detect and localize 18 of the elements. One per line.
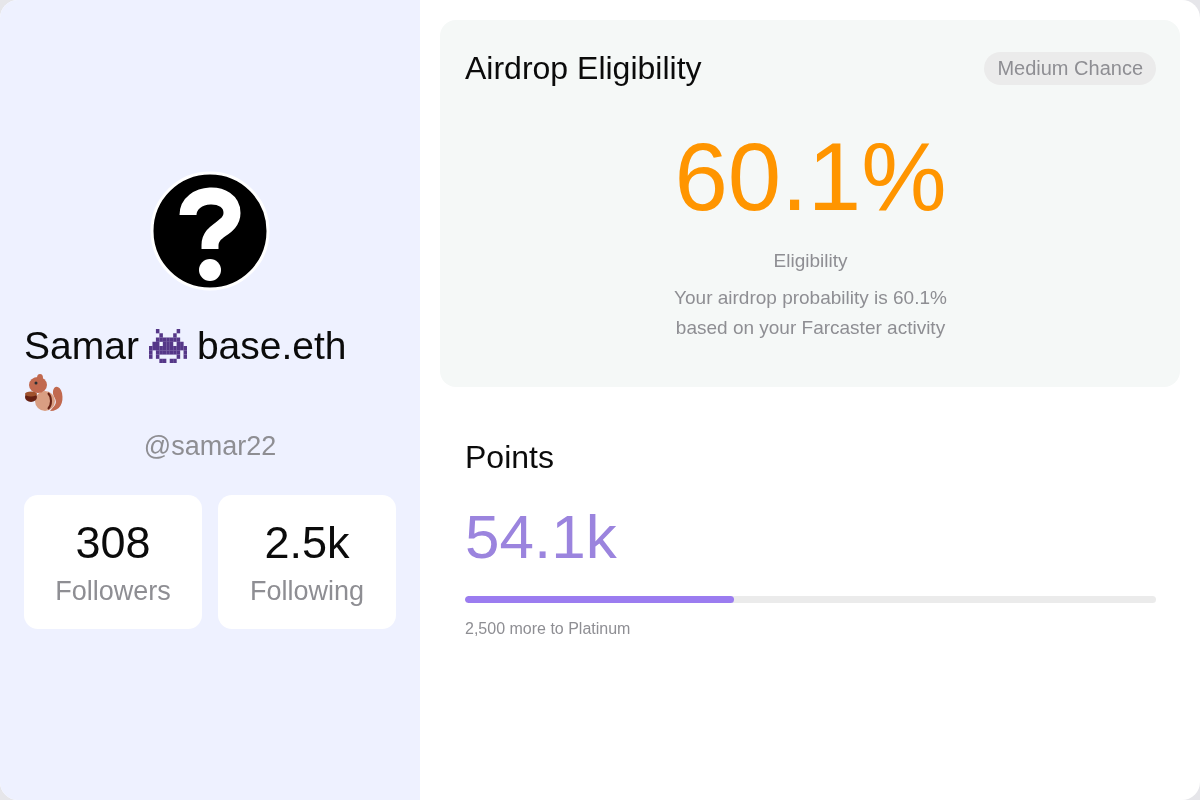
card-title: Airdrop Eligibility bbox=[465, 50, 702, 86]
eligibility-label: Eligibility bbox=[773, 249, 848, 273]
alien-monster-icon bbox=[148, 329, 187, 363]
points-title: Points bbox=[465, 439, 555, 475]
username: @samar22 bbox=[143, 430, 277, 463]
stat-label: Followers bbox=[55, 575, 171, 607]
points-value: 54.1k bbox=[465, 501, 618, 573]
display-name: base.eth bbox=[196, 323, 347, 369]
progress-caption: 2,500 more to Platinum bbox=[465, 619, 632, 639]
eligibility-percentage: 60.1% bbox=[674, 122, 947, 232]
chipmunk-icon bbox=[24, 373, 64, 413]
stat-label: Following bbox=[249, 575, 365, 607]
chance-badge: Medium Chance bbox=[984, 51, 1156, 85]
display-name: Samar bbox=[24, 323, 139, 369]
stat-value: 2.5k bbox=[264, 517, 350, 569]
stat-value: 308 bbox=[75, 517, 151, 569]
avatar-icon bbox=[150, 171, 270, 291]
eligibility-description: Your airdrop probability is 60.1% based on your Farcaster activity bbox=[673, 286, 948, 340]
